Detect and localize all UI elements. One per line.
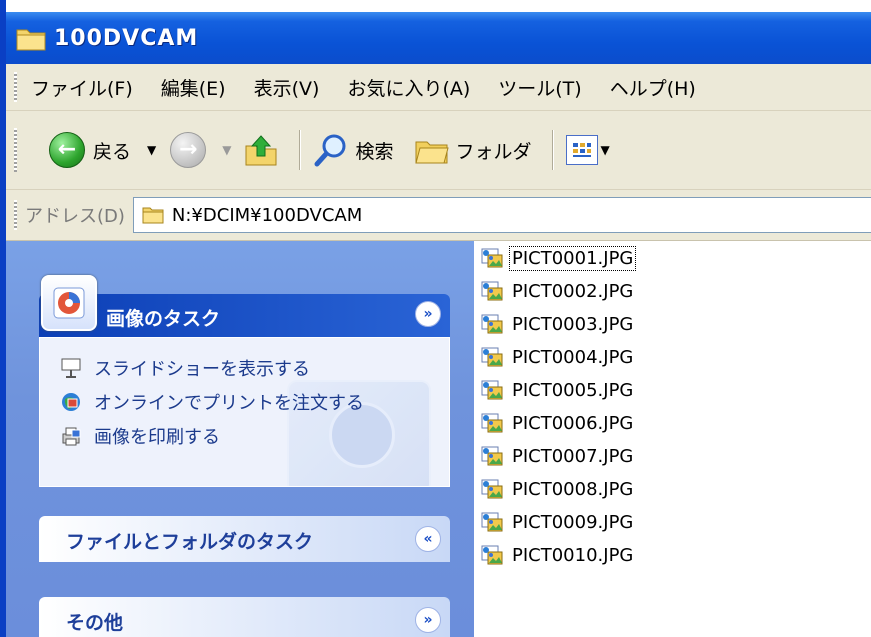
file-name: PICT0004.JPG — [512, 346, 634, 368]
task-order-prints[interactable]: オンラインでプリントを注文する — [60, 389, 364, 415]
file-folder-tasks-title: ファイルとフォルダのタスク — [66, 531, 314, 553]
file-name: PICT0002.JPG — [512, 280, 634, 302]
task-slideshow[interactable]: スライドショーを表示する — [60, 355, 310, 381]
address-bar: アドレス(D) N:¥DCIM¥100DVCAM — [6, 190, 871, 241]
task-label: オンラインでプリントを注文する — [94, 393, 364, 414]
views-button[interactable]: ▼ — [565, 135, 616, 165]
file-name: PICT0007.JPG — [512, 445, 634, 467]
file-name: PICT0009.JPG — [512, 511, 634, 533]
task-pane: 画像のタスク » スライドショーを表示する オンラインでプリントを注文する 画像… — [6, 241, 474, 637]
file-list[interactable]: PICT0001.JPG PICT0002.JPG PICT0003.JPG P… — [474, 241, 871, 637]
menu-edit[interactable]: 編集(E) — [161, 74, 226, 101]
jpeg-file-icon — [480, 477, 504, 501]
up-button[interactable] — [243, 132, 279, 168]
menu-view[interactable]: 表示(V) — [254, 74, 320, 101]
menu-help[interactable]: ヘルプ(H) — [610, 74, 696, 101]
search-icon — [314, 134, 346, 167]
jpeg-file-icon — [480, 411, 504, 435]
file-item[interactable]: PICT0007.JPG — [480, 441, 635, 471]
jpeg-file-icon — [480, 444, 504, 468]
forward-button[interactable]: → — [170, 132, 207, 168]
toolbar-separator — [299, 130, 302, 170]
back-label: 戻る — [93, 140, 132, 163]
toolbar-separator — [551, 130, 554, 170]
file-item[interactable]: PICT0002.JPG — [480, 276, 635, 306]
jpeg-file-icon — [480, 246, 504, 270]
title-bar[interactable]: 100DVCAM — [6, 12, 871, 64]
file-name: PICT0008.JPG — [512, 478, 634, 500]
back-button[interactable]: ← 戻る — [49, 132, 131, 168]
back-dropdown-icon[interactable]: ▼ — [147, 143, 156, 157]
picture-tasks-header[interactable] — [39, 294, 450, 337]
file-item[interactable]: PICT0003.JPG — [480, 309, 635, 339]
views-icon — [565, 135, 598, 165]
menu-bar: ファイル(F) 編集(E) 表示(V) お気に入り(A) ツール(T) ヘルプ(… — [6, 64, 871, 111]
jpeg-file-icon — [480, 312, 504, 336]
views-dropdown-icon: ▼ — [600, 143, 610, 157]
folders-button[interactable]: フォルダ — [414, 134, 532, 166]
menu-tools[interactable]: ツール(T) — [498, 74, 581, 101]
file-name: PICT0006.JPG — [512, 412, 634, 434]
file-name: PICT0001.JPG — [508, 245, 637, 271]
file-item[interactable]: PICT0006.JPG — [480, 408, 635, 438]
folder-icon — [16, 25, 46, 51]
printer-icon — [60, 425, 82, 447]
folders-icon — [414, 141, 449, 164]
explorer-window: 100DVCAM ファイル(F) 編集(E) 表示(V) お気に入り(A) ツー… — [0, 0, 871, 637]
jpeg-file-icon — [480, 510, 504, 534]
file-name: PICT0005.JPG — [512, 379, 634, 401]
task-label: 画像を印刷する — [94, 427, 220, 448]
search-label: 検索 — [355, 140, 394, 163]
toolbar-grip[interactable] — [14, 128, 17, 172]
standard-toolbar: ← 戻る ▼ → ▼ 検索 フォルダ ▼ — [6, 111, 871, 190]
jpeg-file-icon — [480, 378, 504, 402]
file-item[interactable]: PICT0009.JPG — [480, 507, 635, 537]
collapse-up-icon[interactable]: » — [415, 607, 441, 633]
file-item[interactable]: PICT0001.JPG — [480, 243, 637, 273]
task-print-pictures[interactable]: 画像を印刷する — [60, 423, 220, 449]
jpeg-file-icon — [480, 543, 504, 567]
address-grip[interactable] — [14, 200, 17, 230]
file-item[interactable]: PICT0005.JPG — [480, 375, 635, 405]
menu-file[interactable]: ファイル(F) — [31, 74, 133, 101]
folders-label: フォルダ — [455, 140, 532, 163]
file-item[interactable]: PICT0004.JPG — [480, 342, 635, 372]
search-button[interactable]: 検索 — [313, 132, 394, 168]
window-title: 100DVCAM — [54, 25, 199, 51]
other-title: その他 — [66, 612, 124, 634]
file-item[interactable]: PICT0010.JPG — [480, 540, 635, 570]
expand-down-icon[interactable]: « — [415, 526, 441, 552]
file-name: PICT0010.JPG — [512, 544, 634, 566]
file-name: PICT0003.JPG — [512, 313, 634, 335]
menu-grip[interactable] — [14, 72, 17, 102]
menu-favorites[interactable]: お気に入り(A) — [347, 74, 470, 101]
other-places-header[interactable]: その他 » — [39, 597, 450, 637]
address-field[interactable]: N:¥DCIM¥100DVCAM — [132, 197, 871, 233]
file-item[interactable]: PICT0008.JPG — [480, 474, 635, 504]
online-print-icon — [60, 391, 82, 413]
task-label: スライドショーを表示する — [94, 359, 310, 380]
jpeg-file-icon — [480, 279, 504, 303]
collapse-up-icon[interactable]: » — [415, 301, 441, 327]
forward-arrow-icon: → — [170, 132, 207, 168]
address-label: アドレス(D) — [25, 206, 125, 227]
folder-up-icon — [245, 135, 277, 166]
picture-tasks-icon — [41, 275, 97, 331]
file-folder-tasks-header[interactable]: ファイルとフォルダのタスク « — [39, 516, 450, 562]
picture-tasks-title: 画像のタスク — [106, 308, 221, 330]
slideshow-icon — [60, 357, 82, 379]
address-folder-icon — [142, 207, 164, 224]
picture-tasks-body: スライドショーを表示する オンラインでプリントを注文する 画像を印刷する — [39, 337, 450, 487]
jpeg-file-icon — [480, 345, 504, 369]
address-value: N:¥DCIM¥100DVCAM — [171, 204, 363, 226]
back-arrow-icon: ← — [49, 132, 85, 168]
forward-dropdown-icon[interactable]: ▼ — [222, 143, 231, 157]
